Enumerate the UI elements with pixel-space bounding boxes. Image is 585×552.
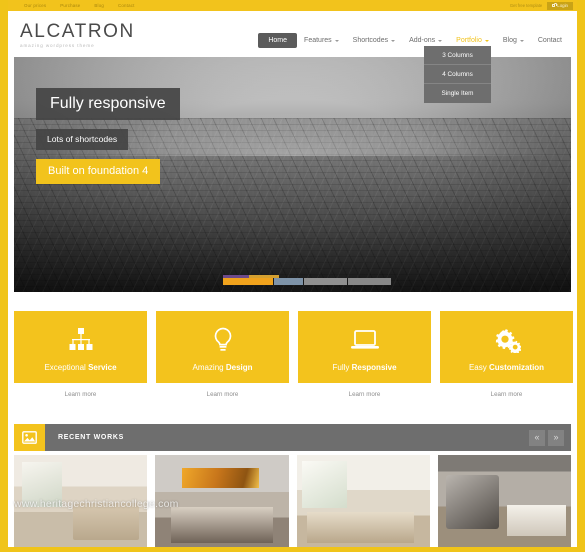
nav-item-features-label: Features bbox=[304, 37, 332, 44]
recent-works-nav: « » bbox=[529, 429, 564, 446]
nav-item-portfolio-label: Portfolio bbox=[456, 37, 482, 44]
hero-progress-segment-2[interactable] bbox=[274, 278, 303, 285]
hero-progress-segment-active[interactable] bbox=[223, 278, 273, 285]
login-button[interactable]: Login bbox=[547, 1, 573, 10]
dropdown-item-4-columns[interactable]: 4 Columns bbox=[424, 65, 491, 84]
portfolio-thumbnail[interactable] bbox=[14, 455, 148, 547]
topbar-link-purchase[interactable]: Purchase bbox=[60, 0, 80, 11]
page-frame-left bbox=[0, 0, 8, 552]
image-icon bbox=[14, 424, 45, 451]
main-navigation: Home Features Shortcodes Add-ons Portfol… bbox=[258, 33, 569, 48]
feature-label-light: Easy bbox=[468, 362, 489, 372]
nav-item-home-label: Home bbox=[268, 37, 288, 44]
feature-card-easy-customization[interactable]: Easy Customization Learn more bbox=[440, 311, 573, 405]
feature-learn-more-link[interactable]: Learn more bbox=[491, 391, 523, 398]
feature-label-light: Amazing bbox=[192, 362, 226, 372]
recent-works-title: RECENT WORKS bbox=[58, 434, 124, 441]
nav-item-features[interactable]: Features bbox=[297, 33, 346, 48]
hero-caption-primary: Fully responsive bbox=[36, 88, 180, 120]
logo[interactable]: ALCATRON amazing wordpress theme bbox=[20, 21, 135, 49]
prev-button[interactable]: « bbox=[529, 429, 545, 446]
hero-progress-segment-4[interactable] bbox=[348, 278, 391, 285]
feature-card-body[interactable]: Exceptional Service bbox=[14, 311, 147, 383]
page-root: Our prices Purchase Blog Contact Get fre… bbox=[0, 0, 585, 552]
nav-item-shortcodes[interactable]: Shortcodes bbox=[346, 33, 402, 48]
portfolio-thumbnail[interactable] bbox=[155, 455, 289, 547]
chevron-down-icon bbox=[391, 39, 396, 42]
topbar-link-blog[interactable]: Blog bbox=[94, 0, 104, 11]
feature-card-body[interactable]: Amazing Design bbox=[156, 311, 289, 383]
nav-item-addons-label: Add-ons bbox=[409, 37, 436, 44]
portfolio-dropdown-menu: 3 Columns 4 Columns Single Item bbox=[424, 46, 491, 103]
laptop-icon bbox=[350, 325, 380, 355]
hero-captions: Fully responsive Lots of shortcodes Buil… bbox=[36, 88, 180, 184]
hero-caption-secondary: Lots of shortcodes bbox=[36, 129, 129, 150]
lightbulb-icon bbox=[212, 325, 234, 355]
feature-card-label: Fully Responsive bbox=[332, 363, 396, 372]
nav-item-contact[interactable]: Contact bbox=[531, 33, 569, 48]
gears-icon bbox=[493, 325, 521, 355]
dropdown-item-single-item[interactable]: Single Item bbox=[424, 84, 491, 103]
feature-learn-more-link[interactable]: Learn more bbox=[65, 391, 97, 398]
hero-caption-primary-row: Fully responsive bbox=[36, 88, 180, 129]
nav-item-contact-label: Contact bbox=[537, 37, 562, 44]
chevron-down-icon bbox=[519, 39, 524, 42]
feature-label-bold: Customization bbox=[488, 362, 545, 372]
feature-boxes: Exceptional Service Learn more Amazing D… bbox=[14, 311, 573, 405]
chevron-down-icon bbox=[438, 39, 443, 42]
hero-caption-highlight-row: Built on foundation 4 bbox=[36, 158, 180, 184]
dropdown-item-3-columns[interactable]: 3 Columns bbox=[424, 46, 491, 65]
lock-icon bbox=[552, 3, 558, 8]
topbar-note: Get free template bbox=[509, 3, 543, 8]
feature-label-bold: Service bbox=[88, 362, 117, 372]
site-header: ALCATRON amazing wordpress theme Home Fe… bbox=[8, 11, 577, 54]
hero-caption-highlight: Built on foundation 4 bbox=[36, 158, 161, 184]
nav-item-blog[interactable]: Blog bbox=[496, 33, 531, 48]
top-utility-bar: Our prices Purchase Blog Contact Get fre… bbox=[0, 0, 585, 11]
nav-item-shortcodes-label: Shortcodes bbox=[352, 37, 389, 44]
feature-card-label: Exceptional Service bbox=[44, 363, 116, 372]
feature-learn-more-link[interactable]: Learn more bbox=[207, 391, 239, 398]
page-frame-right bbox=[577, 0, 585, 552]
login-button-label: Login bbox=[557, 3, 568, 8]
chevron-down-icon bbox=[334, 39, 339, 42]
hero-progress-segment-3[interactable] bbox=[304, 278, 347, 285]
hero-caption-secondary-row: Lots of shortcodes bbox=[36, 129, 180, 159]
sitemap-icon bbox=[68, 325, 94, 355]
next-button[interactable]: » bbox=[548, 429, 564, 446]
nav-item-blog-label: Blog bbox=[502, 37, 517, 44]
hero-progress-bar[interactable] bbox=[223, 278, 391, 285]
feature-card-amazing-design[interactable]: Amazing Design Learn more bbox=[156, 311, 289, 405]
feature-card-body[interactable]: Easy Customization bbox=[440, 311, 573, 383]
feature-label-light: Fully bbox=[332, 362, 352, 372]
topbar-link-contact[interactable]: Contact bbox=[118, 0, 135, 11]
topbar-links: Our prices Purchase Blog Contact bbox=[24, 0, 135, 11]
recent-works-bar: RECENT WORKS « » bbox=[14, 424, 571, 451]
feature-card-exceptional-service[interactable]: Exceptional Service Learn more bbox=[14, 311, 147, 405]
nav-item-home[interactable]: Home bbox=[258, 33, 298, 48]
feature-card-label: Easy Customization bbox=[469, 363, 544, 372]
feature-label-bold: Responsive bbox=[351, 362, 397, 372]
feature-label-light: Exceptional bbox=[44, 362, 89, 372]
chevron-down-icon bbox=[484, 39, 489, 42]
topbar-link-prices[interactable]: Our prices bbox=[24, 0, 46, 11]
feature-learn-more-link[interactable]: Learn more bbox=[349, 391, 381, 398]
portfolio-thumbnail-row bbox=[14, 455, 571, 547]
topbar-right-group: Get free template Login bbox=[509, 1, 573, 10]
portfolio-thumbnail[interactable] bbox=[296, 455, 430, 547]
page-frame-bottom bbox=[0, 547, 585, 552]
feature-card-fully-responsive[interactable]: Fully Responsive Learn more bbox=[298, 311, 431, 405]
portfolio-thumbnail[interactable] bbox=[437, 455, 571, 547]
logo-title: ALCATRON bbox=[20, 21, 135, 42]
feature-card-body[interactable]: Fully Responsive bbox=[298, 311, 431, 383]
feature-label-bold: Design bbox=[225, 362, 253, 372]
feature-card-label: Amazing Design bbox=[192, 363, 252, 372]
logo-subtitle: amazing wordpress theme bbox=[20, 43, 95, 48]
